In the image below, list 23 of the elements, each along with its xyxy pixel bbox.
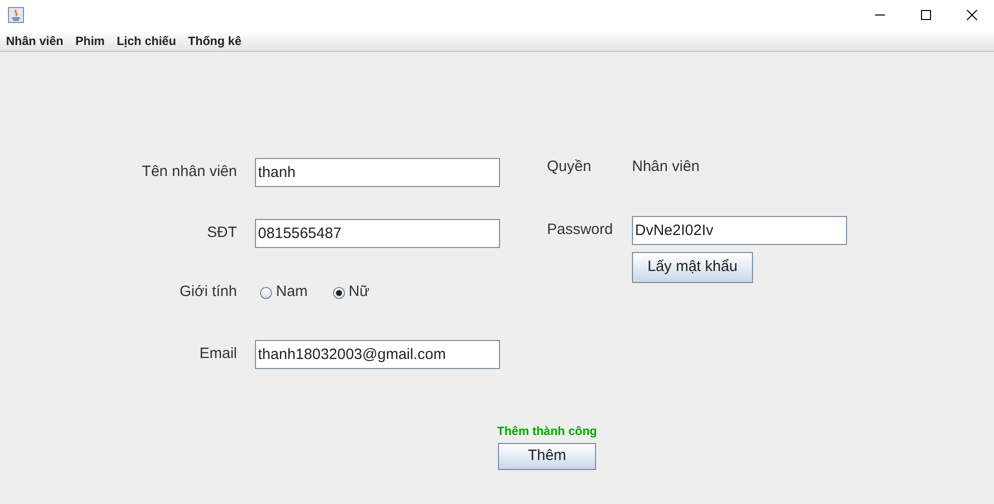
menu-item[interactable]: Nhân viên (6, 32, 64, 50)
field-label: SĐT (206, 223, 238, 244)
app-icon (8, 7, 24, 23)
text-field[interactable]: thanh18032003@gmail.com (255, 340, 500, 369)
radio-button[interactable]: Nữ (332, 281, 370, 304)
status-message: Thêm thành công (497, 423, 597, 440)
menu-item[interactable]: Phim (75, 32, 105, 50)
role-label: Quyền (547, 157, 592, 178)
field-label: Tên nhân viên (140, 162, 238, 182)
role-value: Nhân viên (632, 157, 700, 178)
text-field[interactable]: thanh (255, 158, 500, 187)
radio-button[interactable]: Nam (260, 281, 308, 304)
text-field[interactable]: 0815565487 (255, 219, 500, 248)
field-label: Email (198, 344, 238, 364)
password-label: Password (547, 220, 614, 240)
field-label: Giới tính (178, 282, 238, 302)
menu-item[interactable]: Thống kê (188, 32, 242, 50)
password-field[interactable]: DvNe2I02Iv (632, 216, 847, 245)
maximize-icon[interactable] (920, 9, 932, 21)
menu-item[interactable]: Lịch chiếu (116, 32, 176, 50)
add-button[interactable]: Thêm (498, 443, 596, 470)
close-icon[interactable] (966, 9, 978, 21)
get-password-button[interactable]: Lấy mật khẩu (632, 252, 753, 283)
